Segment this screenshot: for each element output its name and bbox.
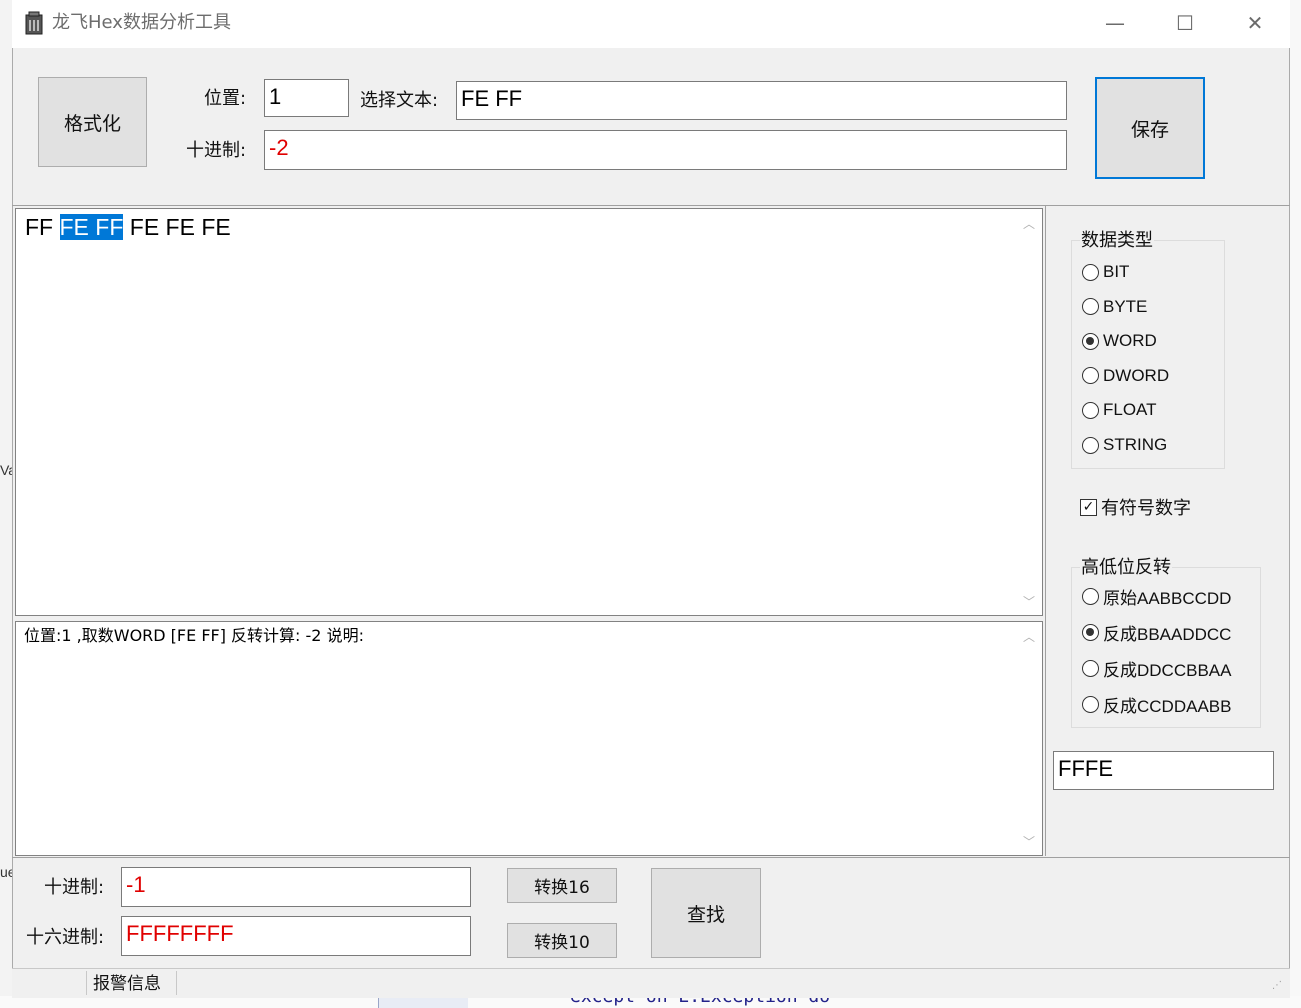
result-value-input[interactable]: FFFE xyxy=(1053,751,1274,790)
save-button[interactable]: 保存 xyxy=(1095,77,1205,179)
radio-button-icon[interactable] xyxy=(1082,401,1099,419)
byte-order-option-label: 反成DDCCBBAA xyxy=(1103,660,1232,680)
radio-button-icon[interactable] xyxy=(1082,298,1099,316)
toolbar-divider xyxy=(12,205,1290,206)
radio-button-icon[interactable] xyxy=(1082,332,1099,350)
minimize-button[interactable]: — xyxy=(1080,0,1150,46)
data-type-option-label: FLOAT xyxy=(1103,400,1157,420)
radio-button-icon[interactable] xyxy=(1082,587,1099,605)
converter-decimal-input[interactable]: -1 xyxy=(121,867,471,907)
status-separator xyxy=(176,971,177,995)
data-type-option-label: BYTE xyxy=(1103,296,1148,316)
byte-order-title: 高低位反转 xyxy=(1080,556,1172,580)
hex-prefix: FF xyxy=(25,214,60,240)
alarm-info-label: 报警信息 xyxy=(93,974,161,994)
data-type-radio[interactable]: DWORD xyxy=(1082,364,1169,388)
background-window-right xyxy=(1290,0,1301,1008)
search-button[interactable]: 查找 xyxy=(651,868,761,958)
decimal-input[interactable]: -2 xyxy=(264,130,1067,170)
convert-to-decimal-button[interactable]: 转换10 xyxy=(507,923,617,958)
position-label: 位置: xyxy=(204,88,247,109)
radio-button-icon[interactable] xyxy=(1082,367,1099,385)
background-window-left xyxy=(0,0,12,1008)
data-type-option-label: STRING xyxy=(1103,435,1168,454)
hex-editor[interactable]: FF FE FF FE FE FE ︿ ﹀ xyxy=(15,208,1043,616)
data-type-title: 数据类型 xyxy=(1080,229,1154,253)
position-input[interactable]: 1 xyxy=(264,79,349,117)
data-type-radio[interactable]: WORD xyxy=(1082,329,1157,353)
info-panel[interactable]: 位置:1 ,取数WORD [FE FF] 反转计算: -2 说明: ︿ ﹀ xyxy=(15,621,1043,856)
selected-text-label: 选择文本: xyxy=(360,90,439,111)
radio-button-icon[interactable] xyxy=(1082,623,1099,641)
data-type-radio[interactable]: STRING xyxy=(1082,433,1167,457)
scroll-up-icon[interactable]: ︿ xyxy=(1016,626,1042,646)
data-type-radio[interactable]: FLOAT xyxy=(1082,398,1157,422)
scroll-down-icon[interactable]: ﹀ xyxy=(1016,831,1042,851)
radio-button-icon[interactable] xyxy=(1082,263,1099,281)
app-icon xyxy=(22,10,46,36)
scroll-down-icon[interactable]: ﹀ xyxy=(1016,591,1042,611)
byte-order-radio[interactable]: 原始AABBCCDD xyxy=(1082,584,1231,608)
converter-decimal-label: 十进制: xyxy=(44,877,105,898)
status-separator xyxy=(86,971,87,995)
selected-text-input[interactable]: FE FF xyxy=(456,81,1067,120)
hex-editor-scrollbar[interactable]: ︿ ﹀ xyxy=(1016,209,1042,615)
hex-selection: FE FF xyxy=(59,214,124,240)
byte-order-radio[interactable]: 反成DDCCBBAA xyxy=(1082,656,1231,680)
converter-hex-label: 十六进制: xyxy=(26,927,105,948)
resize-grip-icon[interactable]: ⋰ xyxy=(1272,980,1282,991)
byte-order-radio[interactable]: 反成CCDDAABB xyxy=(1082,692,1231,716)
window-title: 龙飞Hex数据分析工具 xyxy=(52,12,231,33)
checkmark-icon[interactable]: ✓ xyxy=(1080,498,1097,516)
decimal-label: 十进制: xyxy=(186,140,247,161)
convert-to-hex-button[interactable]: 转换16 xyxy=(507,868,617,903)
bottom-divider xyxy=(12,857,1290,858)
close-button[interactable]: ✕ xyxy=(1220,0,1290,46)
format-button[interactable]: 格式化 xyxy=(38,77,147,167)
radio-button-icon[interactable] xyxy=(1082,659,1099,677)
maximize-button[interactable]: ☐ xyxy=(1150,0,1220,46)
status-bar xyxy=(12,968,1290,998)
byte-order-option-label: 反成CCDDAABB xyxy=(1103,696,1232,716)
right-panel-divider xyxy=(1045,206,1046,856)
signed-number-checkbox[interactable]: ✓ 有符号数字 xyxy=(1080,495,1191,519)
byte-order-option-label: 原始AABBCCDD xyxy=(1103,588,1232,608)
hex-content[interactable]: FF FE FF FE FE FE xyxy=(25,213,231,241)
signed-number-label: 有符号数字 xyxy=(1101,498,1191,519)
info-text: 位置:1 ,取数WORD [FE FF] 反转计算: -2 说明: xyxy=(24,626,364,645)
byte-order-radio[interactable]: 反成BBAADDCC xyxy=(1082,620,1231,644)
radio-button-icon[interactable] xyxy=(1082,436,1099,454)
info-panel-scrollbar[interactable]: ︿ ﹀ xyxy=(1016,622,1042,855)
data-type-option-label: WORD xyxy=(1103,331,1157,351)
data-type-option-label: DWORD xyxy=(1103,365,1170,385)
data-type-option-label: BIT xyxy=(1103,262,1130,281)
hex-suffix: FE FE FE xyxy=(123,214,231,240)
scroll-up-icon[interactable]: ︿ xyxy=(1016,213,1042,233)
byte-order-option-label: 反成BBAADDCC xyxy=(1103,624,1232,644)
converter-hex-input[interactable]: FFFFFFFF xyxy=(121,916,471,956)
data-type-radio[interactable]: BIT xyxy=(1082,260,1129,284)
radio-button-icon[interactable] xyxy=(1082,695,1099,713)
data-type-radio[interactable]: BYTE xyxy=(1082,295,1147,319)
